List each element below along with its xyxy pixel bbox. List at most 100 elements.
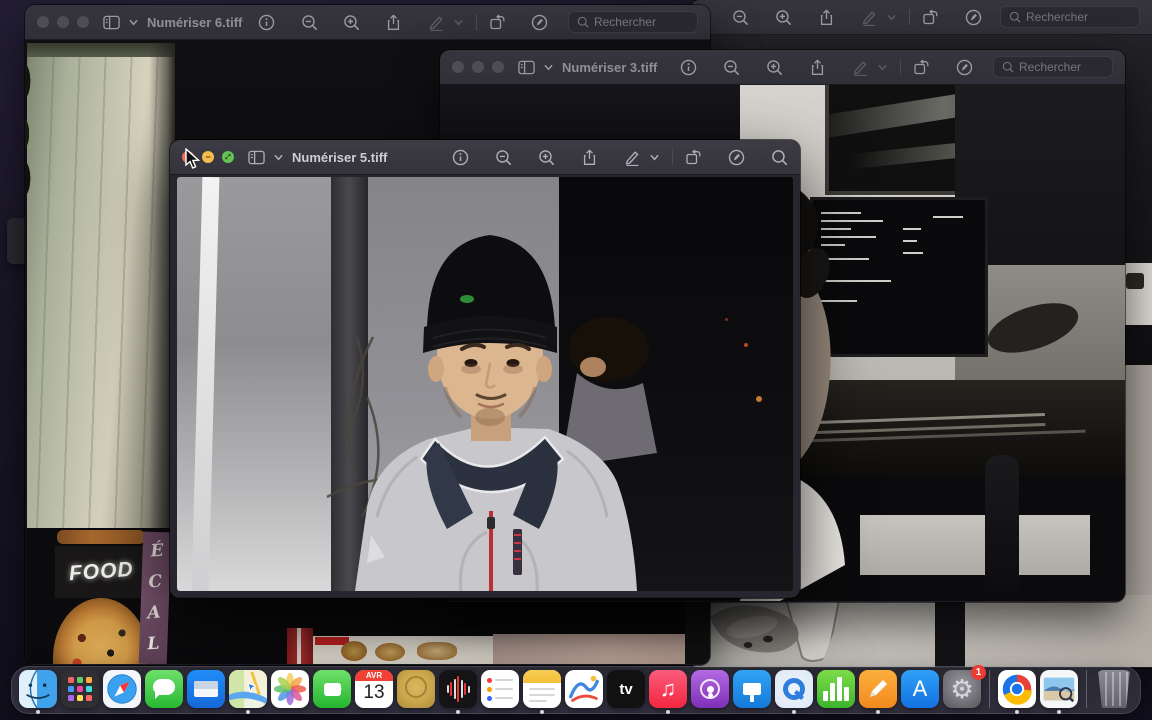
search-field[interactable]: Rechercher [993, 56, 1113, 78]
dock-preview-icon[interactable] [1039, 669, 1079, 709]
minimize-button[interactable] [472, 61, 484, 73]
sidebar-icon[interactable] [103, 14, 120, 31]
dock-app-store-icon[interactable]: A [900, 669, 940, 709]
close-button[interactable] [37, 16, 49, 28]
dock-podcasts-icon[interactable] [690, 669, 730, 709]
dock-mail-icon[interactable] [186, 669, 226, 709]
dock-maps-icon[interactable] [228, 669, 268, 709]
zoom-in-icon[interactable] [343, 14, 360, 31]
chevron-down-icon[interactable] [453, 17, 464, 28]
window-title: Numériser 5.tiff [292, 150, 387, 165]
chevron-down-icon[interactable] [649, 152, 660, 163]
window-numeriser5: × − ⤢ Numériser 5.tiff [170, 140, 800, 598]
dock-music-icon[interactable]: ♫ [648, 669, 688, 709]
markup-pen-icon[interactable] [624, 149, 641, 166]
menu-board [313, 636, 493, 664]
dock-photos-icon[interactable] [270, 669, 310, 709]
search-icon [1009, 11, 1021, 23]
dock-finder-icon[interactable] [18, 669, 58, 709]
info-icon[interactable] [258, 14, 275, 31]
dock-messages-icon[interactable] [144, 669, 184, 709]
search-placeholder: Rechercher [1019, 60, 1081, 74]
info-icon[interactable] [680, 59, 697, 76]
portrait-man [177, 177, 793, 591]
dock-quicktime-icon[interactable] [774, 669, 814, 709]
dock-trash-icon[interactable] [1094, 669, 1134, 709]
dock-gold-app-icon[interactable] [396, 669, 436, 709]
rotate-icon[interactable] [913, 59, 930, 76]
photo-plank-wall [27, 43, 175, 535]
share-icon[interactable] [818, 9, 835, 26]
settings-badge: 1 [971, 665, 986, 680]
markup-pen-icon[interactable] [852, 59, 869, 76]
zoom-out-icon[interactable] [723, 59, 740, 76]
minimize-button[interactable]: − [202, 151, 214, 163]
titlebar-numeriser6[interactable]: Numériser 6.tiff Rechercher [25, 5, 710, 40]
dock-facetime-icon[interactable] [312, 669, 352, 709]
traffic-lights [37, 16, 89, 28]
search-icon[interactable] [771, 149, 788, 166]
share-icon[interactable] [581, 149, 598, 166]
dock-notes-icon[interactable] [522, 669, 562, 709]
titlebar-numeriser3[interactable]: Numériser 3.tiff Rechercher [440, 50, 1125, 85]
search-field[interactable]: Rechercher [1000, 6, 1140, 28]
search-field[interactable]: Rechercher [568, 11, 698, 33]
sidebar-icon[interactable] [248, 149, 265, 166]
fullscreen-button[interactable] [492, 61, 504, 73]
close-button[interactable] [452, 61, 464, 73]
annotate-icon[interactable] [956, 59, 973, 76]
rotate-icon[interactable] [685, 149, 702, 166]
portrait-photo [177, 177, 793, 591]
markup-pen-icon[interactable] [861, 9, 878, 26]
dock-pages-icon[interactable] [858, 669, 898, 709]
annotate-icon[interactable] [965, 9, 982, 26]
dock-numbers-icon[interactable] [816, 669, 856, 709]
info-icon[interactable] [452, 149, 469, 166]
apple-tv-label: tv [619, 681, 632, 698]
vertical-shop-sign: É C A L [139, 532, 172, 664]
chevron-down-icon[interactable] [886, 12, 897, 23]
zoom-in-icon[interactable] [766, 59, 783, 76]
desktop: Rechercher [0, 0, 1152, 720]
red-door-frame [287, 628, 313, 664]
window-title: Numériser 6.tiff [147, 15, 242, 30]
dock-safari-icon[interactable] [102, 669, 142, 709]
share-icon[interactable] [809, 59, 826, 76]
dock-settings-icon[interactable]: 1 ⚙ [942, 669, 982, 709]
fullscreen-button[interactable]: ⤢ [222, 151, 234, 163]
dock-chrome-icon[interactable] [997, 669, 1037, 709]
search-placeholder: Rechercher [594, 15, 656, 29]
chevron-down-icon[interactable] [877, 62, 888, 73]
dock-separator [989, 670, 990, 708]
chevron-down-icon[interactable] [543, 62, 554, 73]
calendar-day: 13 [363, 681, 384, 706]
share-icon[interactable] [385, 14, 402, 31]
dock-reminders-icon[interactable] [480, 669, 520, 709]
dock-calendar-icon[interactable]: AVR 13 [354, 669, 394, 709]
sidebar-icon[interactable] [518, 59, 535, 76]
zoom-in-icon[interactable] [538, 149, 555, 166]
dock-keynote-icon[interactable] [732, 669, 772, 709]
annotate-icon[interactable] [728, 149, 745, 166]
rotate-icon[interactable] [489, 14, 506, 31]
markup-pen-icon[interactable] [428, 14, 445, 31]
search-icon [1002, 61, 1014, 73]
dock-voice-memos-icon[interactable] [438, 669, 478, 709]
chevron-down-icon[interactable] [128, 17, 139, 28]
dock-separator [1086, 670, 1087, 708]
mouse-cursor [183, 148, 203, 170]
titlebar-background-right[interactable]: Rechercher [690, 0, 1152, 35]
minimize-button[interactable] [57, 16, 69, 28]
zoom-out-icon[interactable] [301, 14, 318, 31]
dock-launchpad-icon[interactable] [60, 669, 100, 709]
annotate-icon[interactable] [531, 14, 548, 31]
rotate-icon[interactable] [922, 9, 939, 26]
zoom-out-icon[interactable] [495, 149, 512, 166]
fullscreen-button[interactable] [77, 16, 89, 28]
zoom-out-icon[interactable] [732, 9, 749, 26]
zoom-in-icon[interactable] [775, 9, 792, 26]
chevron-down-icon[interactable] [273, 152, 284, 163]
dock-freeform-icon[interactable] [564, 669, 604, 709]
dock-apple-tv-icon[interactable]: tv [606, 669, 646, 709]
titlebar-numeriser5[interactable]: × − ⤢ Numériser 5.tiff [170, 140, 800, 175]
